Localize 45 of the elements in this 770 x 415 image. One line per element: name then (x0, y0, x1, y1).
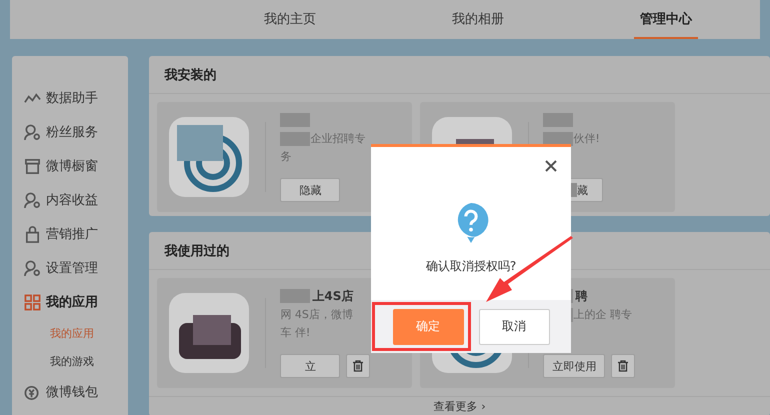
pixelated-block (543, 113, 574, 127)
dialog-message: 确认取消授权吗? (426, 258, 516, 275)
trash-icon (617, 360, 630, 372)
app-description: 企业招聘专 (310, 131, 366, 146)
pixelated-block (280, 132, 310, 146)
app-description: 务 (280, 149, 292, 164)
sidebar-item[interactable]: 营销推广 (12, 217, 128, 251)
pixelated-block (280, 289, 310, 303)
pixelated-block (543, 132, 574, 146)
card-button[interactable]: 立即使用 (543, 354, 606, 378)
app-title: 聘 (575, 288, 588, 304)
trash-icon (352, 360, 364, 372)
app-description: 伙伴! (573, 131, 600, 146)
delete-button[interactable] (611, 354, 636, 378)
user-icon (24, 124, 41, 140)
sidebar-item[interactable]: 数据助手 (12, 81, 128, 115)
sidebar-item[interactable]: 微博橱窗 (12, 149, 128, 183)
sidebar-item[interactable]: 粉丝服务 (12, 115, 128, 149)
app-title: 上4S店 (312, 288, 354, 304)
pixelated-block (280, 113, 310, 127)
close-icon[interactable] (545, 160, 557, 172)
view-more-link[interactable]: 查看更多 › (434, 397, 486, 415)
card-button[interactable]: 立 (280, 354, 340, 378)
section-title: 我使用过的 (164, 242, 230, 260)
section-title: 我安装的 (164, 66, 216, 84)
grid-icon (24, 294, 41, 310)
user-icon (24, 192, 41, 208)
sidebar-subitem[interactable]: 我的游戏 (12, 347, 100, 375)
nav-tab[interactable]: 我的相册 (446, 0, 510, 39)
sidebar-item[interactable]: 内容收益 (12, 183, 128, 217)
user-icon (24, 260, 41, 276)
card-button[interactable]: 隐藏 (280, 178, 340, 202)
store-icon (24, 158, 41, 174)
app-description: 车 伴! (280, 325, 310, 340)
nav-tab[interactable]: 我的主页 (258, 0, 322, 39)
sidebar-item[interactable]: 我的应用 (12, 285, 128, 319)
sidebar-item[interactable]: 微博钱包 (12, 375, 128, 409)
app-description: 上的企 聘专 (573, 307, 632, 322)
bag-icon (24, 226, 41, 242)
delete-button[interactable] (346, 354, 370, 378)
yen-coin-icon (24, 384, 41, 400)
app-description: 网 4S店，微博 (280, 307, 353, 322)
cancel-button[interactable]: 取消 (478, 308, 550, 344)
nav-tab[interactable]: 管理中心 (634, 0, 698, 39)
sidebar-item[interactable]: 设置管理 (12, 251, 128, 285)
